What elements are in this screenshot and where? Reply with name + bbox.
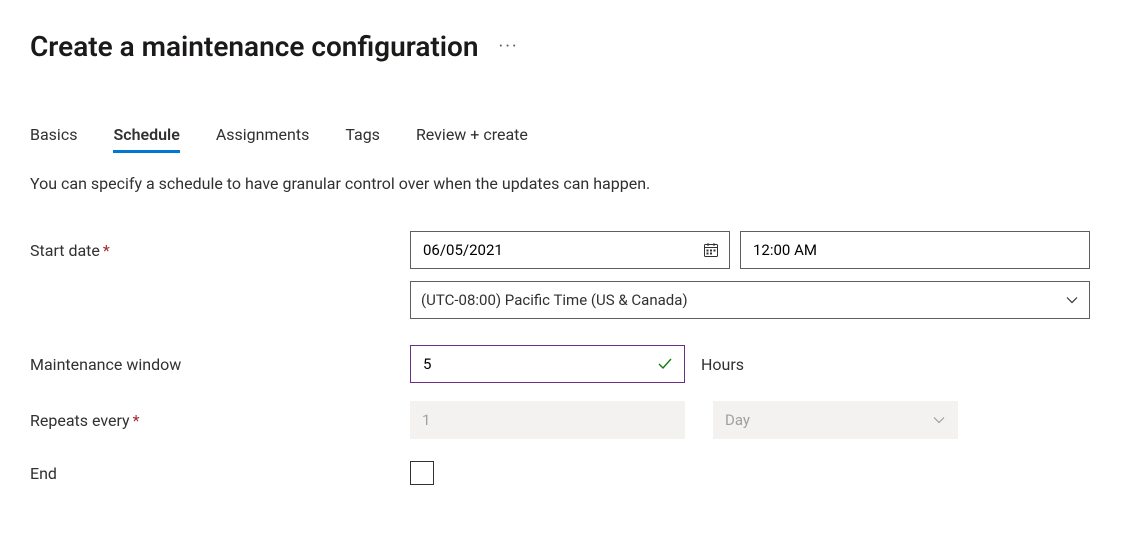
repeats-value-input: 1	[410, 401, 685, 439]
chevron-down-icon	[932, 413, 946, 427]
tab-description: You can specify a schedule to have granu…	[30, 173, 1100, 195]
tabs: Basics Schedule Assignments Tags Review …	[30, 121, 1100, 153]
repeats-unit-value: Day	[725, 411, 750, 429]
check-icon	[656, 355, 674, 373]
tab-tags[interactable]: Tags	[345, 121, 380, 152]
repeats-label: Repeats every*	[30, 411, 410, 430]
start-time-field[interactable]	[751, 240, 1079, 260]
maintenance-window-field[interactable]	[421, 354, 656, 374]
end-checkbox[interactable]	[410, 461, 434, 485]
tab-assignments[interactable]: Assignments	[216, 121, 310, 152]
repeats-unit-select: Day	[713, 401, 958, 439]
timezone-value: (UTC-08:00) Pacific Time (US & Canada)	[421, 291, 688, 309]
tab-basics[interactable]: Basics	[30, 121, 77, 152]
maintenance-window-unit: Hours	[701, 355, 744, 374]
schedule-form: Start date* (UTC-08:00) Pacific Time (US…	[30, 231, 1100, 489]
start-date-label: Start date*	[30, 241, 410, 260]
timezone-select[interactable]: (UTC-08:00) Pacific Time (US & Canada)	[410, 281, 1090, 319]
start-date-field[interactable]	[421, 240, 703, 260]
maintenance-window-input[interactable]	[410, 345, 685, 383]
start-date-input[interactable]	[410, 231, 730, 269]
page-title: Create a maintenance configuration	[30, 30, 479, 63]
tab-schedule[interactable]: Schedule	[113, 121, 179, 152]
calendar-icon[interactable]	[703, 242, 719, 258]
maintenance-window-label: Maintenance window	[30, 355, 410, 374]
chevron-down-icon	[1065, 293, 1079, 307]
tab-review-create[interactable]: Review + create	[416, 121, 528, 152]
more-icon[interactable]: ···	[499, 26, 519, 57]
start-time-input[interactable]	[740, 231, 1090, 269]
end-label: End	[30, 464, 410, 483]
